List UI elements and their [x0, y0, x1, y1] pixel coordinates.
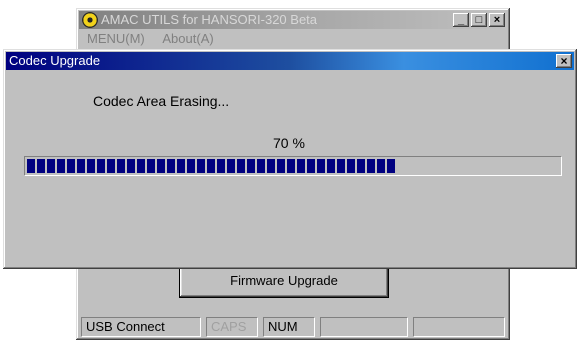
- dialog-title: Codec Upgrade: [9, 53, 101, 68]
- status-usb-connect: USB Connect: [81, 317, 201, 337]
- main-titlebar[interactable]: AMAC UTILS for HANSORI-320 Beta _ □ ×: [79, 11, 507, 29]
- maximize-icon[interactable]: □: [471, 13, 487, 27]
- app-icon[interactable]: [82, 12, 98, 28]
- status-empty-2: [413, 317, 505, 337]
- codec-upgrade-dialog: Codec Upgrade × Codec Area Erasing... 70…: [3, 49, 577, 269]
- progress-bar: [24, 156, 562, 176]
- main-window-title: AMAC UTILS for HANSORI-320 Beta: [101, 12, 318, 27]
- statusbar: USB Connect CAPS NUM: [79, 317, 507, 337]
- status-message: Codec Area Erasing...: [93, 93, 230, 109]
- status-empty-1: [320, 317, 408, 337]
- menu-item-menu[interactable]: MENU(M): [87, 31, 145, 46]
- status-num: NUM: [263, 317, 315, 337]
- status-caps: CAPS: [206, 317, 258, 337]
- progress-percent: 70 %: [273, 135, 305, 151]
- dialog-titlebar[interactable]: Codec Upgrade ×: [6, 52, 574, 70]
- close-icon[interactable]: ×: [489, 13, 505, 27]
- dialog-close-icon[interactable]: ×: [556, 54, 572, 68]
- progress-fill: [27, 159, 397, 173]
- minimize-icon[interactable]: _: [453, 13, 469, 27]
- firmware-upgrade-button[interactable]: Firmware Upgrade: [179, 264, 389, 298]
- menubar: MENU(M) About(A): [79, 30, 507, 48]
- menu-item-about[interactable]: About(A): [162, 31, 213, 46]
